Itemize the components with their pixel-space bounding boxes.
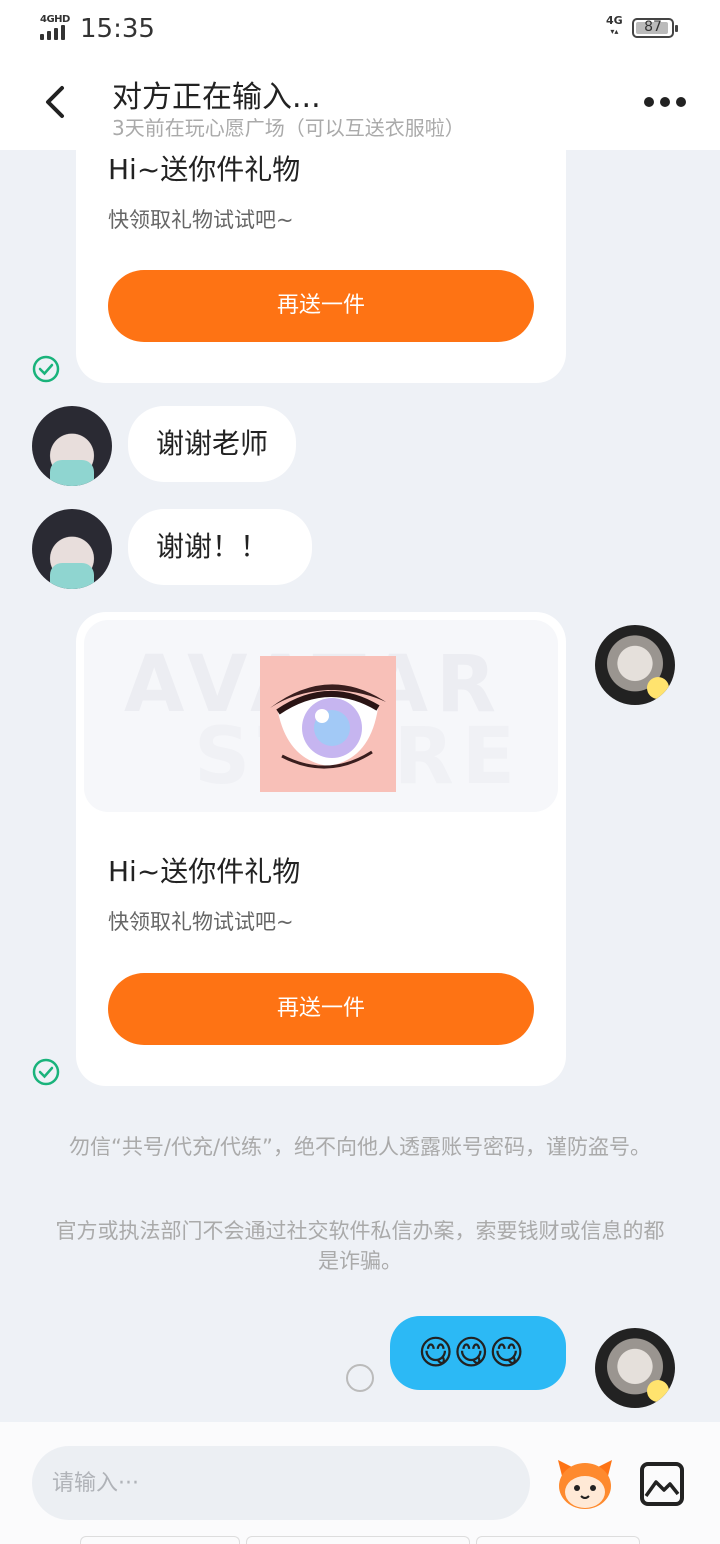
network-4g-icon: 4G ▾▴ bbox=[606, 14, 623, 36]
chat-subtitle-overlay: 3天前在玩心愿广场（可以互送衣服啦） bbox=[112, 116, 465, 140]
gift-subtitle: 快领取礼物试试吧~ bbox=[108, 910, 294, 934]
sticker-mascot-icon[interactable] bbox=[554, 1454, 616, 1512]
panel-tab-edge bbox=[80, 1536, 240, 1544]
contact-avatar[interactable] bbox=[32, 509, 112, 589]
contact-avatar[interactable] bbox=[32, 406, 112, 486]
incoming-message: 谢谢老师 bbox=[128, 406, 297, 482]
input-bar bbox=[0, 1422, 720, 1544]
gift-title: Hi~送你件礼物 bbox=[108, 855, 301, 888]
more-options-button[interactable] bbox=[640, 92, 690, 112]
my-avatar[interactable] bbox=[595, 1328, 675, 1408]
gift-card[interactable]: AVATAR STORE Hi~送你件礼物 快领取礼物试试吧~ 再送一件 bbox=[76, 612, 566, 1086]
panel-tab-edge bbox=[246, 1536, 470, 1544]
clock: 15:35 bbox=[80, 14, 155, 44]
back-button[interactable] bbox=[36, 82, 76, 122]
chat-header-overlay: 对方正在输入... 3天前在玩心愿广场（可以互送衣服啦） bbox=[0, 58, 720, 150]
my-avatar[interactable] bbox=[595, 625, 675, 705]
battery-level: 87 bbox=[644, 19, 662, 35]
gift-subtitle: 快领取礼物试试吧~ bbox=[108, 208, 294, 232]
message-input[interactable] bbox=[32, 1446, 530, 1520]
fraud-notice: 官方或执法部门不会通过社交软件私信办案，索要钱财或信息的都是诈骗。 bbox=[55, 1219, 665, 1273]
read-check-icon bbox=[32, 1058, 60, 1086]
send-again-button[interactable]: 再送一件 bbox=[108, 973, 534, 1045]
battery-icon: 87 bbox=[632, 18, 678, 38]
read-check-icon bbox=[32, 355, 60, 383]
sending-status-icon bbox=[346, 1364, 374, 1392]
signal-icon: 4GHD bbox=[40, 14, 72, 40]
panel-tab-edge bbox=[476, 1536, 640, 1544]
network-label: 4GHD bbox=[40, 14, 70, 25]
gift-preview-image: AVATAR STORE bbox=[84, 620, 558, 812]
security-notice: 勿信“共号/代充/代练”，绝不向他人透露账号密码，谨防盗号。 bbox=[69, 1135, 651, 1159]
eye-item-image bbox=[260, 656, 396, 792]
status-bar: 4GHD 15:35 4G ▾▴ 87 bbox=[0, 0, 720, 58]
incoming-message: 谢谢！！ bbox=[128, 509, 312, 585]
gift-card[interactable]: Hi~送你件礼物 快领取礼物试试吧~ 再送一件 bbox=[76, 120, 566, 383]
outgoing-message: 😋😋😋 bbox=[390, 1316, 566, 1390]
gift-title: Hi~送你件礼物 bbox=[108, 153, 301, 186]
chat-title-overlay: 对方正在输入... bbox=[112, 80, 321, 115]
send-again-button[interactable]: 再送一件 bbox=[108, 270, 534, 342]
image-picker-icon[interactable] bbox=[640, 1462, 684, 1506]
